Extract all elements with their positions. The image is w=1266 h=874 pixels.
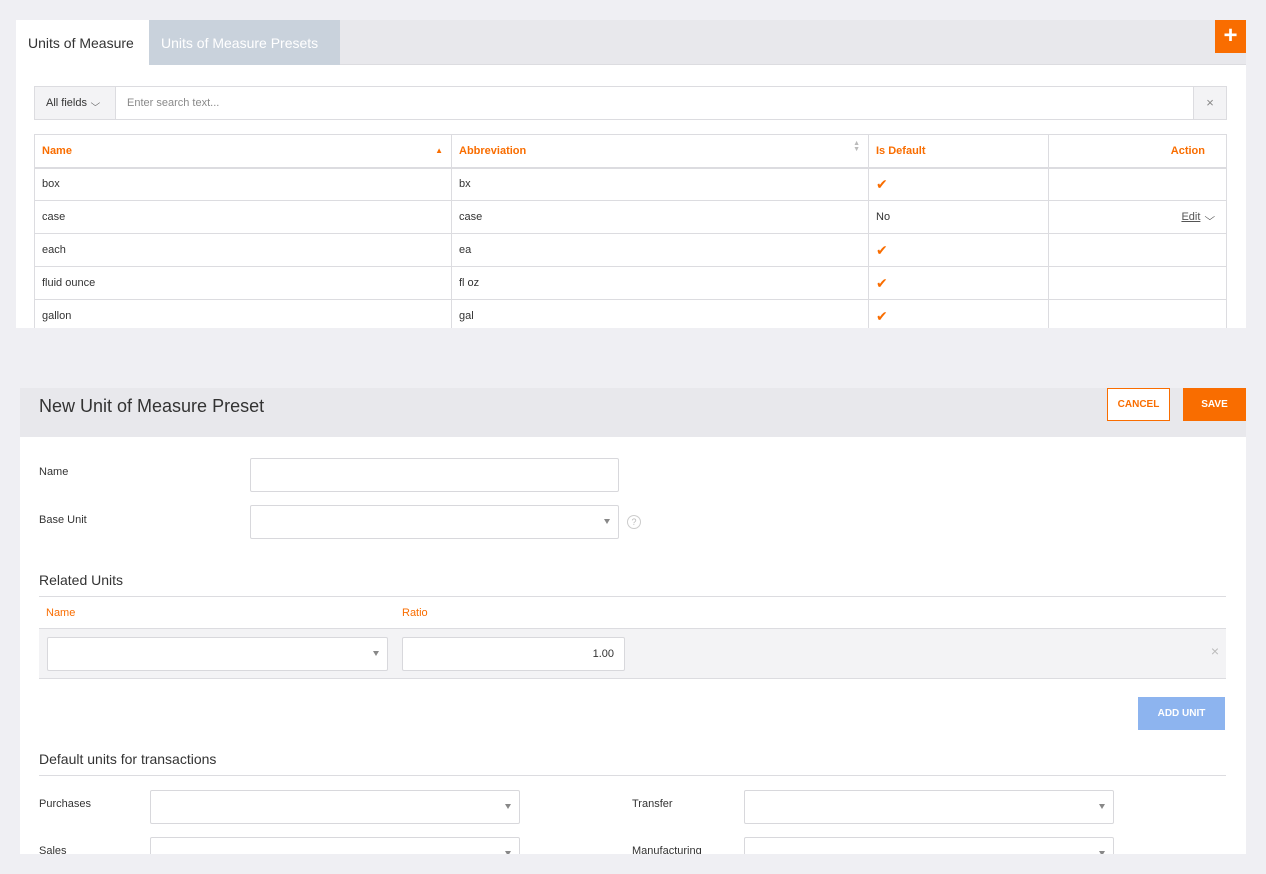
ratio-input[interactable]: 1.00	[402, 637, 625, 671]
cell-abbreviation: ea	[451, 233, 869, 267]
cell-is-default: ✔	[868, 299, 1049, 328]
remove-row-icon[interactable]: ×	[1211, 643, 1219, 659]
dropdown-arrow-icon	[373, 651, 379, 656]
name-field[interactable]	[250, 458, 619, 492]
related-units-col-ratio: Ratio	[402, 607, 428, 619]
search-bar: All fields⌵ ×	[34, 86, 1227, 120]
column-header-is-default[interactable]: Is Default	[868, 134, 1049, 169]
sales-select[interactable]	[150, 837, 520, 854]
purchases-select[interactable]	[150, 790, 520, 824]
add-button[interactable]: +	[1215, 20, 1246, 53]
related-units-title: Related Units	[39, 572, 124, 588]
help-icon[interactable]: ?	[627, 515, 641, 529]
cell-name: fluid ounce	[34, 266, 452, 300]
base-unit-select[interactable]	[250, 505, 619, 539]
related-unit-row: 1.00 ×	[39, 629, 1226, 679]
ratio-value: 1.00	[592, 648, 614, 660]
clear-search-icon[interactable]: ×	[1193, 87, 1226, 119]
chevron-down-icon: ⌵	[90, 98, 101, 108]
sort-icon: ▲ ▼	[853, 140, 860, 153]
dropdown-arrow-icon	[604, 519, 610, 524]
tab-bar: Units of Measure Units of Measure Preset…	[16, 20, 1246, 66]
units-table: Name ▲ Abbreviation ▲ ▼ Is Default Action b…	[34, 134, 1227, 328]
cell-name: gallon	[34, 299, 452, 328]
base-unit-label: Base Unit	[39, 514, 87, 526]
cell-is-default: No	[868, 200, 1049, 234]
table-row[interactable]: fluid ounce fl oz ✔	[34, 266, 1227, 300]
purchases-label: Purchases	[39, 798, 91, 810]
preset-form-card: New Unit of Measure Preset CANCEL SAVE N…	[20, 388, 1246, 854]
cell-name: case	[34, 200, 452, 234]
search-field-select-label: All fields	[46, 97, 87, 109]
dropdown-arrow-icon	[1099, 804, 1105, 809]
cell-is-default: ✔	[868, 233, 1049, 267]
cell-action	[1048, 167, 1227, 201]
cell-name: box	[34, 167, 452, 201]
table-header-row: Name ▲ Abbreviation ▲ ▼ Is Default Action	[34, 134, 1227, 169]
divider	[39, 775, 1226, 776]
column-header-action: Action	[1048, 134, 1227, 169]
dropdown-arrow-icon	[505, 851, 511, 854]
add-unit-button[interactable]: ADD UNIT	[1138, 697, 1225, 730]
search-input[interactable]	[117, 87, 1193, 119]
cell-is-default: ✔	[868, 167, 1049, 201]
save-button[interactable]: SAVE	[1183, 388, 1246, 421]
cell-abbreviation: bx	[451, 167, 869, 201]
cell-is-default: ✔	[868, 266, 1049, 300]
checkmark-icon: ✔	[876, 175, 888, 192]
cell-abbreviation: fl oz	[451, 266, 869, 300]
table-row[interactable]: gallon gal ✔	[34, 299, 1227, 328]
search-field-select[interactable]: All fields ⌵	[35, 87, 116, 119]
column-header-action-label: Action	[1170, 144, 1205, 157]
edit-link[interactable]: Edit	[1181, 211, 1200, 223]
related-unit-name-select[interactable]	[47, 637, 388, 671]
divider	[39, 596, 1226, 597]
form-header: New Unit of Measure Preset CANCEL SAVE	[20, 388, 1246, 437]
table-row[interactable]: each ea ✔	[34, 233, 1227, 267]
cell-action	[1048, 299, 1227, 328]
dropdown-arrow-icon	[505, 804, 511, 809]
units-panel: Units of Measure Units of Measure Preset…	[0, 0, 1266, 348]
name-label: Name	[39, 466, 69, 478]
sort-ascending-icon: ▲	[435, 146, 443, 155]
units-card: Units of Measure Units of Measure Preset…	[16, 20, 1246, 328]
cell-action	[1048, 233, 1227, 267]
cell-abbreviation: gal	[451, 299, 869, 328]
plus-icon: +	[1223, 22, 1238, 49]
page-title: New Unit of Measure Preset	[39, 396, 265, 416]
tab-units-of-measure[interactable]: Units of Measure	[16, 20, 149, 66]
column-header-name-label: Name	[42, 144, 72, 157]
manufacturing-label: Manufacturing	[632, 845, 702, 854]
related-units-col-name: Name	[46, 607, 76, 619]
cell-name: each	[34, 233, 452, 267]
table-row[interactable]: box bx ✔	[34, 167, 1227, 201]
sales-label: Sales	[39, 845, 67, 854]
cell-abbreviation: case	[451, 200, 869, 234]
tab-units-of-measure-presets[interactable]: Units of Measure Presets	[149, 20, 340, 65]
transfer-select[interactable]	[744, 790, 1114, 824]
checkmark-icon: ✔	[876, 307, 888, 324]
checkmark-icon: ✔	[876, 241, 888, 258]
checkmark-icon: ✔	[876, 274, 888, 291]
preset-form-panel: New Unit of Measure Preset CANCEL SAVE N…	[0, 368, 1266, 874]
default-units-title: Default units for transactions	[39, 751, 217, 767]
column-header-is-default-label: Is Default	[876, 144, 926, 157]
column-header-name[interactable]: Name ▲	[34, 134, 452, 169]
chevron-down-icon[interactable]: ⌵	[1205, 212, 1216, 223]
column-header-abbreviation[interactable]: Abbreviation ▲ ▼	[451, 134, 869, 169]
name-input[interactable]	[251, 459, 618, 491]
manufacturing-select[interactable]	[744, 837, 1114, 854]
table-row[interactable]: case case No Edit ⌵	[34, 200, 1227, 234]
cell-action	[1048, 266, 1227, 300]
transfer-label: Transfer	[632, 798, 673, 810]
column-header-abbreviation-label: Abbreviation	[459, 144, 527, 157]
cancel-button[interactable]: CANCEL	[1107, 388, 1170, 421]
dropdown-arrow-icon	[1099, 851, 1105, 854]
cell-action: Edit ⌵	[1048, 200, 1227, 234]
